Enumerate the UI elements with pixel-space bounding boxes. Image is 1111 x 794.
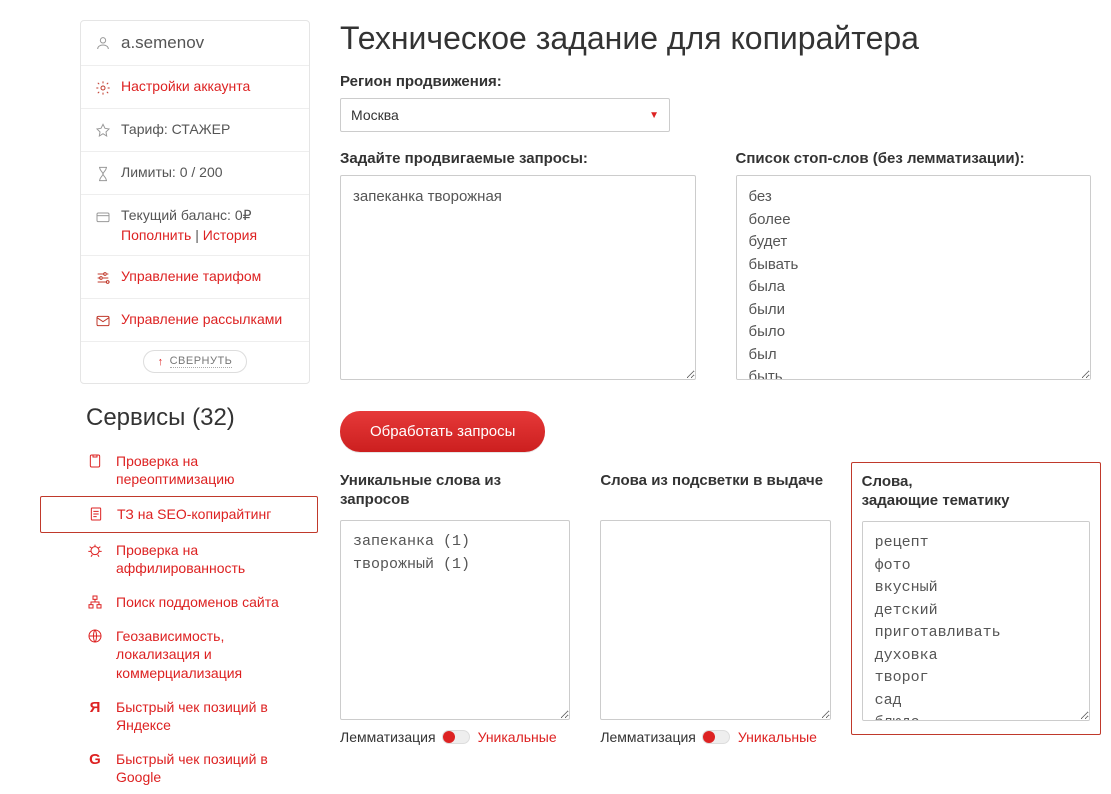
tariff-row: Тариф: СТАЖЕР — [81, 109, 309, 152]
lemmatization-toggle-2[interactable] — [702, 730, 730, 744]
lemmatization-label: Лемматизация — [600, 729, 696, 745]
globe-icon — [86, 628, 104, 644]
stopwords-textarea[interactable] — [736, 175, 1092, 380]
topic-words-label: Слова, задающие тематику — [862, 473, 1090, 513]
unique-words-label: Уникальные слова из запросов — [340, 472, 570, 512]
balance-row: Текущий баланс: 0₽ Пополнить | История — [81, 195, 309, 256]
sitemap-icon — [86, 594, 104, 610]
queries-textarea[interactable] — [340, 175, 696, 380]
manage-mailing-link[interactable]: Управление рассылками — [121, 311, 282, 327]
toggle-state: Уникальные — [478, 729, 557, 745]
sliders-icon — [95, 270, 111, 286]
arrow-up-icon: ↑ — [158, 356, 164, 368]
manage-mailing-row[interactable]: Управление рассылками — [81, 299, 309, 342]
stopwords-label: Список стоп-слов (без лемматизации): — [736, 150, 1092, 167]
collapse-button[interactable]: ↑ СВЕРНУТЬ — [143, 350, 248, 373]
service-overoptimization[interactable]: Проверка на переоптимизацию — [80, 444, 310, 496]
queries-label: Задайте продвигаемые запросы: — [340, 150, 696, 167]
lemmatization-toggle-1[interactable] — [442, 730, 470, 744]
unique-words-box[interactable] — [340, 520, 570, 720]
manage-tariff-row[interactable]: Управление тарифом — [81, 256, 309, 299]
mail-icon — [95, 313, 111, 329]
service-google-check[interactable]: G Быстрый чек позиций в Google — [80, 742, 310, 794]
highlight-words-label: Слова из подсветки в выдаче — [600, 472, 830, 512]
account-panel: a.semenov Настройки аккаунта Тариф: СТАЖ… — [80, 20, 310, 384]
document-icon — [87, 506, 105, 522]
process-button[interactable]: Обработать запросы — [340, 411, 545, 452]
region-value: Москва — [351, 107, 399, 123]
service-label: Проверка на аффилированность — [116, 541, 304, 577]
clipboard-icon — [86, 453, 104, 469]
limits-text: Лимиты: 0 / 200 — [121, 164, 223, 180]
history-link[interactable]: История — [203, 227, 257, 243]
bug-icon — [86, 542, 104, 558]
service-affiliation[interactable]: Проверка на аффилированность — [80, 533, 310, 585]
service-label: Проверка на переоптимизацию — [116, 452, 304, 488]
lemmatization-label: Лемматизация — [340, 729, 436, 745]
tariff-text: Тариф: СТАЖЕР — [121, 121, 230, 137]
hourglass-icon — [95, 166, 111, 182]
service-yandex-check[interactable]: Я Быстрый чек позиций в Яндексе — [80, 690, 310, 742]
services-header: Сервисы (32) — [80, 404, 310, 432]
service-label: Быстрый чек позиций в Яндексе — [116, 698, 304, 734]
account-settings-row[interactable]: Настройки аккаунта — [81, 66, 309, 109]
topup-link[interactable]: Пополнить — [121, 227, 191, 243]
region-select[interactable]: Москва ▼ — [340, 98, 670, 132]
manage-tariff-link[interactable]: Управление тарифом — [121, 268, 261, 284]
account-username-row: a.semenov — [81, 21, 309, 66]
account-settings-link[interactable]: Настройки аккаунта — [121, 78, 250, 94]
limits-row: Лимиты: 0 / 200 — [81, 152, 309, 195]
caret-down-icon: ▼ — [649, 110, 659, 121]
balance-text: Текущий баланс: 0₽ — [121, 207, 257, 224]
badge-icon — [95, 123, 111, 139]
page-title: Техническое задание для копирайтера — [340, 20, 1091, 57]
wallet-icon — [95, 209, 111, 225]
collapse-label: СВЕРНУТЬ — [170, 355, 233, 368]
yandex-icon: Я — [86, 699, 104, 716]
region-label: Регион продвижения: — [340, 73, 1091, 90]
service-geo[interactable]: Геозависимость, локализация и коммерциал… — [80, 619, 310, 690]
gear-icon — [95, 80, 111, 96]
service-label: Быстрый чек позиций в Google — [116, 750, 304, 786]
service-seo-copywriting[interactable]: ТЗ на SEO-копирайтинг — [40, 496, 318, 532]
service-subdomains[interactable]: Поиск поддоменов сайта — [80, 585, 310, 619]
toggle-state: Уникальные — [738, 729, 817, 745]
service-label: ТЗ на SEO-копирайтинг — [117, 505, 271, 523]
user-icon — [95, 35, 111, 51]
topic-words-box[interactable] — [862, 521, 1090, 721]
highlight-words-box[interactable] — [600, 520, 830, 720]
service-label: Поиск поддоменов сайта — [116, 593, 279, 611]
google-icon: G — [86, 751, 104, 768]
service-label: Геозависимость, локализация и коммерциал… — [116, 627, 304, 682]
username-text: a.semenov — [121, 33, 204, 53]
